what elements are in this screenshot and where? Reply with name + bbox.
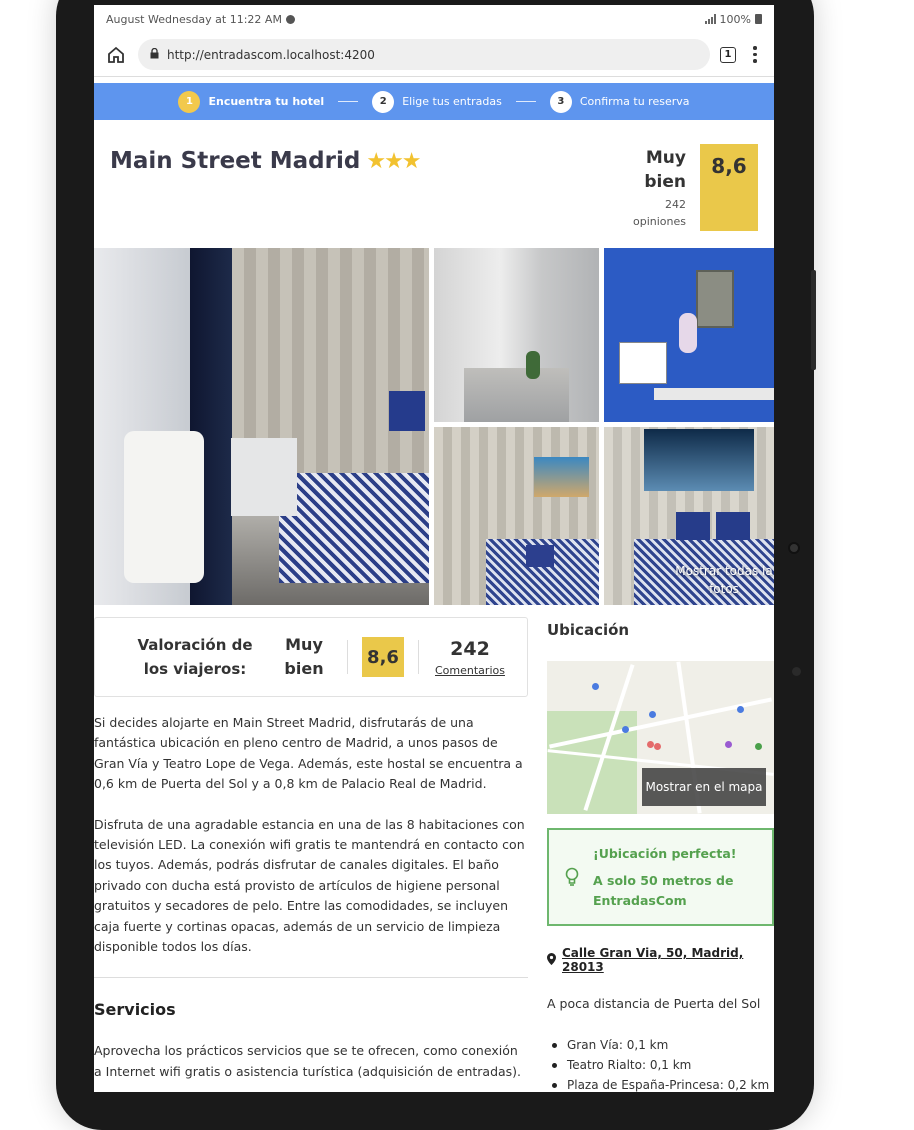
status-bar: August Wednesday at 11:22 AM 100% — [94, 5, 774, 33]
divider — [418, 640, 419, 674]
side-button — [811, 270, 816, 370]
step-1-number: 1 — [178, 90, 201, 113]
step-3-label: Confirma tu reserva — [579, 95, 690, 108]
browser-toolbar: http://entradascom.localhost:4200 1 — [94, 33, 774, 77]
traveler-rating-title-2: los viajeros: — [143, 660, 247, 678]
rating-summary: Muy bien 242 opiniones — [633, 146, 686, 230]
url-text: http://entradascom.localhost:4200 — [167, 47, 375, 62]
traveler-rating-word: Muy bien — [275, 633, 333, 681]
map-pin-icon — [547, 952, 556, 968]
traveler-score-badge: 8,6 — [362, 637, 404, 677]
list-item: Plaza de España-Princesa: 0,2 km — [552, 1075, 774, 1092]
list-item: Gran Vía: 0,1 km — [552, 1035, 774, 1055]
perfect-location-detail: A solo 50 metros de EntradasCom — [593, 872, 734, 908]
step-2-label: Elige tus entradas — [402, 95, 502, 108]
hotel-address[interactable]: Calle Gran Via, 50, Madrid, 28013 — [547, 946, 774, 974]
more-menu-icon[interactable] — [746, 46, 764, 63]
step-1[interactable]: 1 Encuentra tu hotel — [178, 90, 325, 113]
section-divider — [94, 977, 528, 979]
services-text: Aprovecha los prácticos servicios que se… — [94, 1043, 522, 1079]
nearby-title: A poca distancia de Puerta del Sol — [547, 996, 761, 1011]
lock-icon — [150, 47, 159, 62]
divider — [347, 640, 348, 674]
nearby-list: Gran Vía: 0,1 km Teatro Rialto: 0,1 km P… — [547, 1035, 774, 1092]
show-on-map-button[interactable]: Mostrar en el mapa — [642, 768, 766, 806]
rating-word-2: bien — [644, 172, 686, 192]
photo-corridor[interactable] — [434, 248, 599, 422]
comments-count: 242 Comentarios — [435, 638, 505, 677]
status-time: August Wednesday at 11:22 AM — [106, 12, 282, 26]
comments-link[interactable]: Comentarios — [435, 664, 505, 677]
step-2-number: 2 — [372, 90, 395, 113]
photo-gallery: Mostrar todas la fotos — [94, 248, 774, 605]
hotel-title: Main Street Madrid ★★★ — [110, 148, 422, 174]
show-all-label-1: Mostrar todas la — [675, 564, 773, 578]
step-separator — [515, 101, 536, 102]
booking-steps: 1 Encuentra tu hotel 2 Elige tus entrada… — [94, 83, 774, 120]
home-icon[interactable] — [104, 43, 128, 67]
hotel-description: Si decides alojarte en Main Street Madri… — [94, 713, 528, 957]
show-all-label-2: fotos — [709, 582, 739, 596]
main-content: Valoración de los viajeros: Muy bien 8,6… — [94, 605, 774, 1092]
traveler-rating-title: Valoración de los viajeros: — [125, 633, 265, 681]
description-paragraph-1: Si decides alojarte en Main Street Madri… — [94, 715, 523, 792]
lightbulb-icon — [565, 867, 579, 887]
photo-main[interactable] — [94, 248, 429, 605]
step-2[interactable]: 2 Elige tus entradas — [372, 90, 502, 113]
photo-room-1[interactable] — [434, 427, 599, 605]
traveler-rating: Valoración de los viajeros: Muy bien 8,6… — [94, 617, 528, 697]
traveler-rating-title-1: Valoración de — [137, 636, 253, 654]
services-title: Servicios — [94, 1000, 176, 1020]
star-rating: ★★★ — [366, 148, 421, 174]
show-all-photos-button[interactable]: Mostrar todas la fotos — [669, 562, 774, 598]
traveler-rating-word-2: bien — [284, 659, 324, 678]
description-paragraph-2: Disfruta de una agradable estancia en un… — [94, 816, 525, 955]
address-text: Calle Gran Via, 50, Madrid, 28013 — [562, 946, 744, 974]
reviews-label: opiniones — [633, 215, 686, 228]
battery-icon — [755, 14, 762, 24]
spotify-icon — [285, 14, 295, 24]
screen: August Wednesday at 11:22 AM 100% http:/… — [94, 5, 774, 1092]
step-1-label: Encuentra tu hotel — [208, 95, 325, 108]
tabs-icon[interactable]: 1 — [720, 46, 736, 63]
camera — [788, 542, 800, 554]
list-item: Teatro Rialto: 0,1 km — [552, 1055, 774, 1075]
hotel-name: Main Street Madrid — [110, 148, 361, 174]
perfect-location-text: ¡Ubicación perfecta! A solo 50 metros de… — [593, 844, 772, 911]
left-column: Valoración de los viajeros: Muy bien 8,6… — [94, 617, 528, 1092]
photo-reception[interactable] — [604, 248, 774, 422]
url-field[interactable]: http://entradascom.localhost:4200 — [138, 39, 710, 70]
reviews-count: 242 — [665, 198, 686, 211]
location-title: Ubicación — [547, 621, 630, 639]
perfect-location-title: ¡Ubicación perfecta! — [593, 845, 737, 861]
rating-word-1: Muy — [645, 148, 686, 168]
location-map[interactable]: Mostrar en el mapa — [547, 661, 774, 814]
perfect-location-box: ¡Ubicación perfecta! A solo 50 metros de… — [547, 828, 774, 926]
step-3[interactable]: 3 Confirma tu reserva — [549, 90, 690, 113]
sensor — [792, 667, 801, 676]
comments-number: 242 — [450, 637, 490, 660]
score-badge: 8,6 — [700, 144, 758, 231]
signal-icon — [704, 14, 716, 24]
battery-level: 100% — [719, 12, 751, 26]
right-column: Ubicación Mostrar en el mapa ¡Ubicación … — [547, 617, 774, 1092]
step-separator — [338, 101, 359, 102]
traveler-rating-word-1: Muy — [285, 635, 323, 654]
step-3-number: 3 — [549, 90, 572, 113]
hotel-header: Main Street Madrid ★★★ Muy bien 242 opin… — [94, 120, 774, 248]
